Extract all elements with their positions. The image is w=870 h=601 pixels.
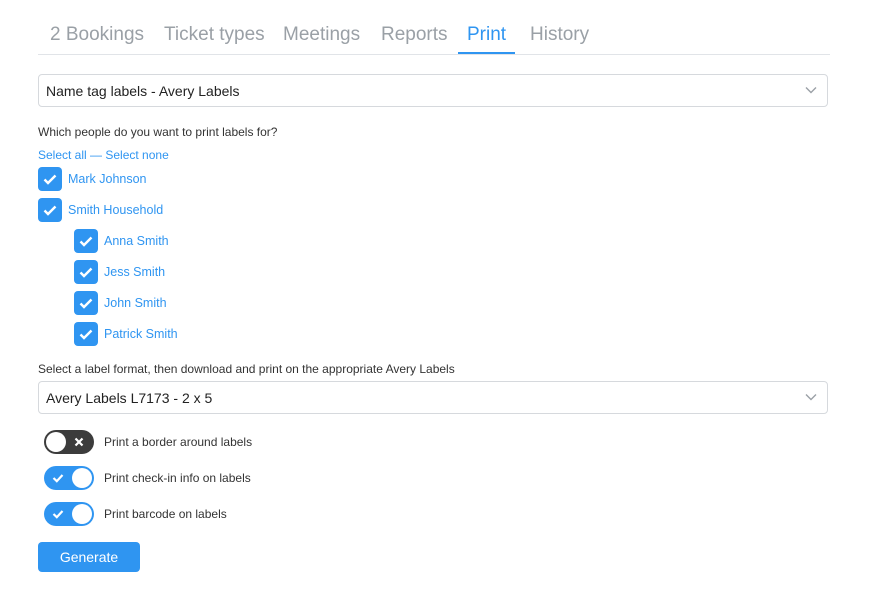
checkmark-icon <box>79 236 93 247</box>
option-label: Print barcode on labels <box>104 507 227 521</box>
toggle-knob <box>72 504 92 524</box>
close-icon <box>74 437 84 447</box>
label-format-value: Avery Labels L7173 - 2 x 5 <box>46 390 213 406</box>
member-name[interactable]: Anna Smith <box>104 234 169 248</box>
border-toggle[interactable] <box>44 430 94 454</box>
format-question: Select a label format, then download and… <box>38 362 455 376</box>
household-member-row: Jess Smith <box>74 260 165 284</box>
member-checkbox[interactable] <box>74 322 98 346</box>
select-none-link[interactable]: Select none <box>105 148 168 162</box>
household-row: Smith Household <box>38 198 163 222</box>
person-checkbox[interactable] <box>38 167 62 191</box>
option-row: Print barcode on labels <box>44 501 227 527</box>
option-row: Print a border around labels <box>44 429 252 455</box>
person-row: Mark Johnson <box>38 167 147 191</box>
tab-history[interactable]: History <box>530 22 589 53</box>
checkmark-icon <box>43 174 57 185</box>
tab-ticket-types[interactable]: Ticket types <box>164 22 265 53</box>
option-row: Print check-in info on labels <box>44 465 251 491</box>
member-name[interactable]: Patrick Smith <box>104 327 178 341</box>
toggle-knob <box>46 432 66 452</box>
barcode-toggle[interactable] <box>44 502 94 526</box>
checkmark-icon <box>52 474 64 483</box>
tab-bookings[interactable]: 2 Bookings <box>50 22 144 53</box>
member-name[interactable]: Jess Smith <box>104 265 165 279</box>
option-label: Print a border around labels <box>104 435 253 449</box>
tab-meetings[interactable]: Meetings <box>283 22 360 53</box>
household-checkbox[interactable] <box>38 198 62 222</box>
household-name[interactable]: Smith Household <box>68 203 163 217</box>
household-member-row: Patrick Smith <box>74 322 178 346</box>
checkmark-icon <box>52 510 64 519</box>
option-label: Print check-in info on labels <box>104 471 251 485</box>
label-format-select[interactable]: Avery Labels L7173 - 2 x 5 <box>38 381 828 414</box>
checkmark-icon <box>43 205 57 216</box>
person-name[interactable]: Mark Johnson <box>68 172 147 186</box>
chevron-down-icon <box>805 394 817 401</box>
household-member-row: Anna Smith <box>74 229 169 253</box>
tab-print[interactable]: Print <box>458 22 516 54</box>
member-name[interactable]: John Smith <box>104 296 167 310</box>
checkmark-icon <box>79 329 93 340</box>
generate-button[interactable]: Generate <box>38 542 140 572</box>
member-checkbox[interactable] <box>74 229 98 253</box>
links-separator: — <box>86 148 106 162</box>
chevron-down-icon <box>805 87 817 94</box>
label-type-select[interactable]: Name tag labels - Avery Labels <box>38 74 828 107</box>
people-question: Which people do you want to print labels… <box>38 125 278 139</box>
member-checkbox[interactable] <box>74 260 98 284</box>
household-member-row: John Smith <box>74 291 167 315</box>
selection-links: Select all — Select none <box>38 148 169 162</box>
label-type-value: Name tag labels - Avery Labels <box>46 83 240 99</box>
tab-reports[interactable]: Reports <box>381 22 448 53</box>
toggle-knob <box>72 468 92 488</box>
member-checkbox[interactable] <box>74 291 98 315</box>
select-all-link[interactable]: Select all <box>38 148 87 162</box>
checkmark-icon <box>79 298 93 309</box>
checkmark-icon <box>79 267 93 278</box>
tab-bar: 2 Bookings Ticket types Meetings Reports… <box>38 16 830 55</box>
checkin-info-toggle[interactable] <box>44 466 94 490</box>
